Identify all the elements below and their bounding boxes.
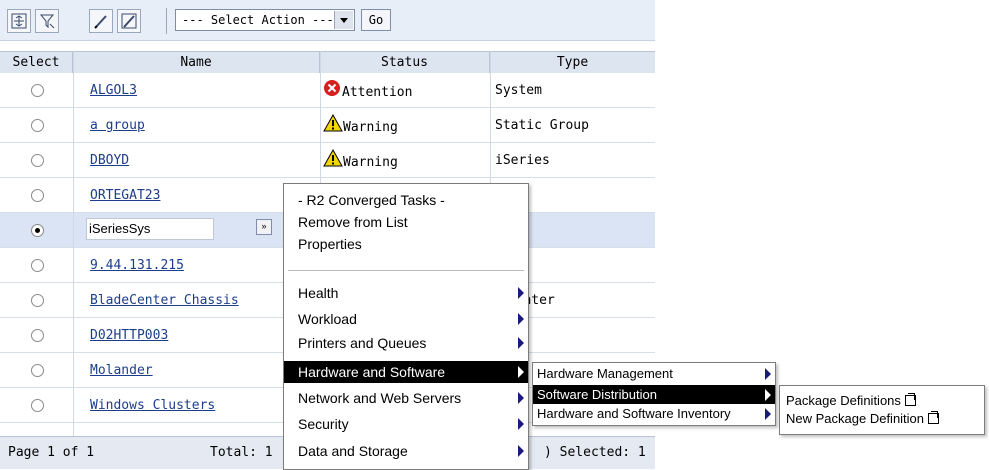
- menu-item-hardware-and-software-inventory[interactable]: Hardware and Software Inventory: [533, 404, 775, 423]
- expand-all-icon[interactable]: [7, 9, 31, 33]
- menu-item-label: Printers and Queues: [298, 335, 427, 351]
- edit-pencil-icon[interactable]: [89, 9, 113, 33]
- row-name-link[interactable]: BladeCenter Chassis: [90, 293, 239, 308]
- external-window-icon: [904, 393, 916, 406]
- submenu-arrow-icon: [518, 337, 524, 349]
- row-radio[interactable]: [31, 329, 44, 342]
- menu-item-new-package-definition[interactable]: New Package Definition: [780, 409, 984, 428]
- column-header-name[interactable]: Name: [73, 52, 320, 74]
- warning-icon: [323, 114, 343, 132]
- submenu-hardware-and-software: Hardware Management Software Distributio…: [532, 362, 776, 426]
- menu-item-label: Hardware and Software: [298, 364, 446, 380]
- error-icon: [324, 80, 340, 96]
- toolbar-separator: [166, 8, 167, 34]
- menu-item-label: Hardware Management: [537, 366, 673, 381]
- menu-item-label: Health: [298, 285, 339, 301]
- submenu-arrow-icon: [518, 418, 524, 430]
- toolbar: --- Select Action --- Go: [0, 0, 655, 41]
- column-header-select[interactable]: Select: [0, 52, 73, 74]
- row-name-link[interactable]: Windows Clusters: [90, 398, 215, 413]
- submenu-arrow-icon: [765, 408, 771, 420]
- selected-count: ) Selected: 1: [544, 445, 646, 460]
- menu-item-label: Workload: [298, 311, 357, 327]
- warning-icon: [323, 149, 343, 167]
- context-menu: - R2 Converged Tasks - Remove from List …: [283, 183, 529, 470]
- menu-item-security[interactable]: Security: [284, 413, 528, 435]
- submenu-arrow-icon: [518, 392, 524, 404]
- menu-item-label: Data and Storage: [298, 443, 408, 459]
- row-context-menu-button[interactable]: »: [256, 219, 272, 235]
- menu-item-data-and-storage[interactable]: Data and Storage: [284, 440, 528, 462]
- menu-item-label: Hardware and Software Inventory: [537, 406, 731, 421]
- row-type: System: [495, 83, 542, 98]
- row-radio[interactable]: [31, 119, 44, 132]
- table-row[interactable]: DBOYD Warning iSeries: [0, 143, 655, 178]
- row-radio[interactable]: [31, 294, 44, 307]
- menu-item-converged-tasks: - R2 Converged Tasks -: [298, 192, 445, 208]
- row-name-link[interactable]: DBOYD: [90, 153, 129, 168]
- table-row[interactable]: ALGOL3 Attention System: [0, 73, 655, 108]
- external-window-icon: [928, 411, 940, 424]
- menu-divider: [288, 270, 524, 271]
- select-action-dropdown[interactable]: --- Select Action ---: [175, 9, 355, 31]
- submenu-arrow-icon: [518, 445, 524, 457]
- row-name-link[interactable]: iSeriesSys: [86, 218, 214, 240]
- select-action-value: --- Select Action ---: [182, 13, 334, 27]
- menu-item-printers-and-queues[interactable]: Printers and Queues: [284, 332, 528, 354]
- submenu-arrow-icon: [765, 389, 771, 401]
- row-name-link[interactable]: Molander: [90, 363, 153, 378]
- row-name-link[interactable]: a group: [90, 118, 145, 133]
- column-header-type[interactable]: Type: [490, 52, 655, 74]
- menu-item-hardware-and-software[interactable]: Hardware and Software: [284, 361, 528, 383]
- menu-item-remove-from-list[interactable]: Remove from List: [284, 211, 528, 233]
- submenu-arrow-icon: [765, 368, 771, 380]
- menu-item-label: Security: [298, 416, 349, 432]
- menu-item-hardware-management[interactable]: Hardware Management: [533, 364, 775, 383]
- go-button[interactable]: Go: [361, 9, 391, 31]
- row-status-label: Warning: [343, 120, 398, 135]
- row-type: Static Group: [495, 118, 589, 133]
- menu-item-workload[interactable]: Workload: [284, 308, 528, 330]
- row-radio[interactable]: [31, 154, 44, 167]
- menu-item-properties[interactable]: Properties: [284, 233, 528, 255]
- row-radio[interactable]: [31, 364, 44, 377]
- row-radio[interactable]: [31, 84, 44, 97]
- menu-item-software-distribution[interactable]: Software Distribution: [533, 385, 775, 404]
- row-name-link[interactable]: ALGOL3: [90, 83, 137, 98]
- submenu-arrow-icon: [518, 313, 524, 325]
- menu-item-label: New Package Definition: [786, 411, 925, 426]
- row-radio[interactable]: [31, 399, 44, 412]
- total-count: Total: 1: [210, 445, 273, 460]
- row-type: iSeries: [495, 153, 550, 168]
- row-name-link[interactable]: D02HTTP003: [90, 328, 168, 343]
- column-divider: [73, 51, 74, 468]
- row-radio[interactable]: [31, 189, 44, 202]
- submenu-software-distribution: Package Definitions New Package Definiti…: [779, 385, 985, 435]
- menu-item-label: Software Distribution: [537, 387, 657, 402]
- chevron-down-icon[interactable]: [334, 11, 353, 29]
- row-radio-selected[interactable]: [31, 224, 44, 237]
- row-name-link[interactable]: 9.44.131.215: [90, 258, 184, 273]
- menu-item-label: Network and Web Servers: [298, 390, 462, 406]
- submenu-arrow-icon: [518, 366, 524, 378]
- table-row[interactable]: a group Warning Static Group: [0, 108, 655, 143]
- filter-icon[interactable]: [35, 9, 59, 33]
- menu-item-network-and-web-servers[interactable]: Network and Web Servers: [284, 387, 528, 409]
- row-name-link[interactable]: ORTEGAT23: [90, 188, 160, 203]
- row-status-label: Warning: [343, 155, 398, 170]
- edit-clear-icon[interactable]: [117, 9, 141, 33]
- page-indicator: Page 1 of 1: [8, 445, 95, 460]
- submenu-arrow-icon: [518, 287, 524, 299]
- column-header-status[interactable]: Status: [320, 52, 490, 74]
- row-radio[interactable]: [31, 259, 44, 272]
- menu-item-health[interactable]: Health: [284, 282, 528, 304]
- menu-item-package-definitions[interactable]: Package Definitions: [780, 391, 984, 410]
- row-status-label: Attention: [342, 85, 413, 100]
- menu-item-label: Package Definitions: [786, 393, 901, 408]
- table-header: Select Name Status Type: [0, 51, 655, 75]
